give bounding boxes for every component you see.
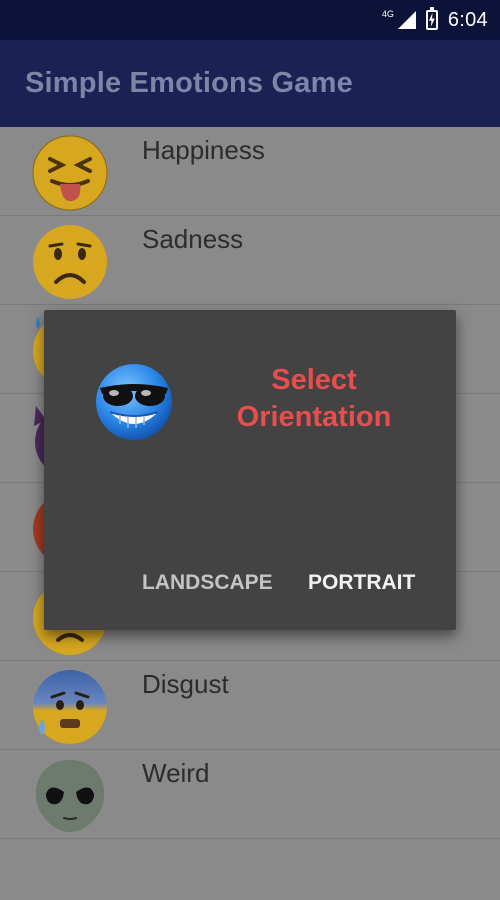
portrait-button[interactable]: PORTRAIT: [304, 565, 419, 601]
status-icons: 4G 6:04: [376, 0, 488, 40]
dialog-title: Select Orientation: [236, 364, 392, 433]
app-bar: Simple Emotions Game: [0, 40, 500, 127]
battery-charging-icon: [425, 7, 438, 30]
network-type: 4G: [381, 9, 394, 19]
orientation-dialog: Select Orientation LANDSCAPE PORTRAIT: [44, 310, 456, 630]
signal-icon: [397, 11, 416, 29]
status-bar: 4G 6:04: [0, 0, 500, 40]
app-title: Simple Emotions Game: [25, 67, 353, 99]
status-time: 6:04: [447, 8, 488, 31]
cool-sunglasses-face-icon: [96, 364, 172, 440]
landscape-button[interactable]: LANDSCAPE: [138, 565, 277, 601]
